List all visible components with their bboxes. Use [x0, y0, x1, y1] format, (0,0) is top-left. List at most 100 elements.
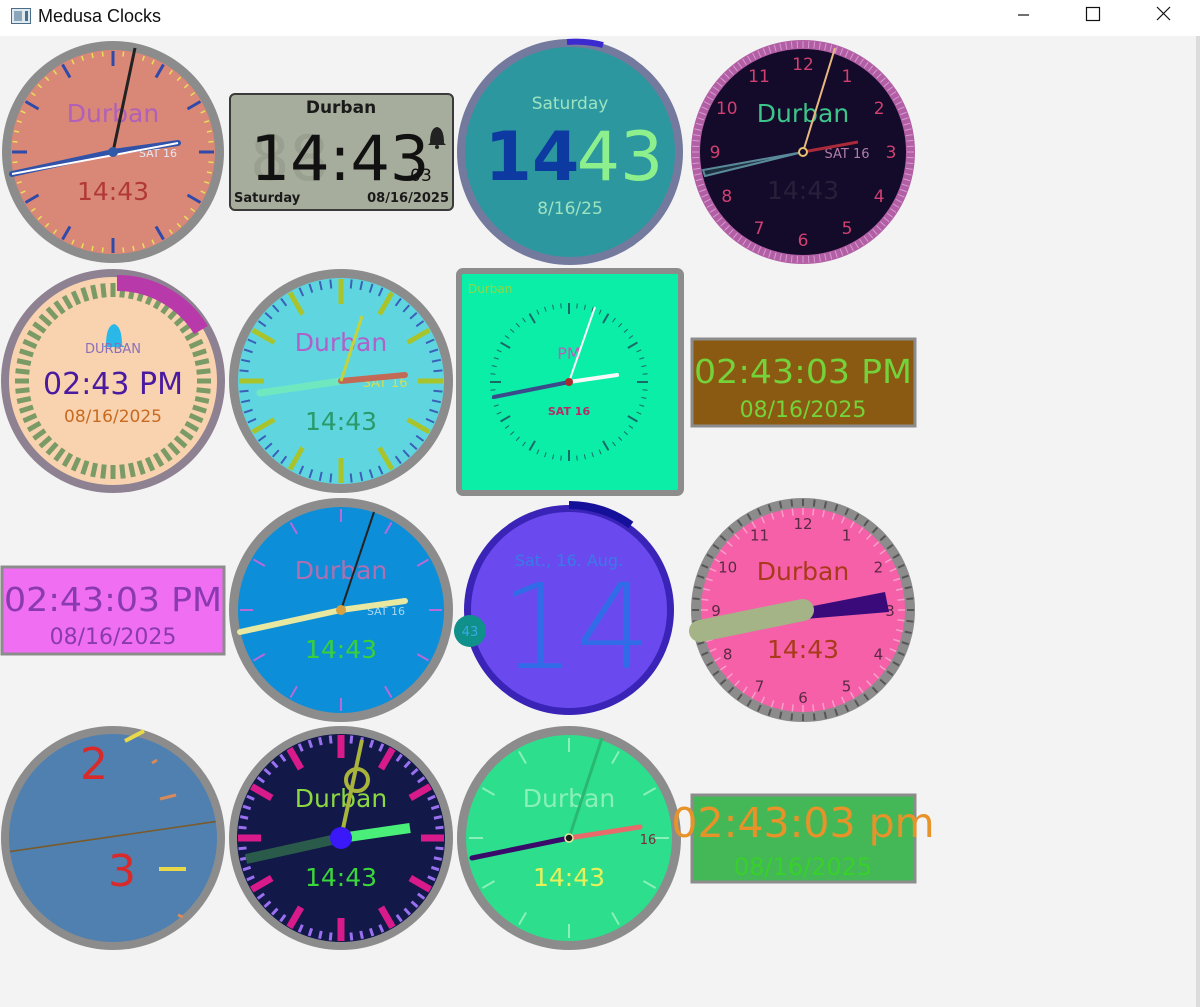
tick-mark [194, 396, 210, 404]
clock-16: 02:43:03 pm 08/16/2025 [671, 793, 935, 884]
dial-number: 7 [755, 677, 765, 695]
tick-mark [90, 462, 98, 478]
tick-mark [560, 303, 562, 309]
tick-mark [208, 140, 214, 143]
clock-9-time: 02:43:03 PM [4, 580, 222, 619]
tick-mark [823, 711, 828, 719]
tick-mark [812, 499, 816, 507]
clock-13: 2 3 [1, 726, 225, 950]
tick-mark [100, 283, 107, 298]
dial-number: 12 [793, 515, 812, 533]
clock-grid: Durban SAT 16 14:43 Durban 88 14:43 03 S… [0, 38, 935, 950]
tick-mark [12, 140, 18, 143]
clock-15-time: 14:43 [533, 863, 605, 892]
clock-12: 121234567891011 Durban 14:43 [689, 498, 915, 722]
clock-1-city: Durban [67, 99, 159, 128]
dial-number: 10 [718, 559, 737, 577]
tick-mark [318, 930, 323, 940]
tick-mark [132, 245, 135, 251]
clock-1: Durban SAT 16 14:43 [2, 41, 224, 263]
tick-mark [15, 368, 30, 375]
tick-mark [101, 247, 104, 253]
title-bar: Medusa Clocks [0, 0, 1200, 36]
clock-11: Sat., 16. Aug. 14 43 [454, 500, 674, 715]
tick-mark [318, 736, 323, 746]
tick-mark [904, 630, 912, 635]
tick-mark [122, 247, 125, 253]
tick-mark [897, 619, 905, 622]
tick-mark [433, 815, 443, 820]
clock-2-day: Saturday [234, 191, 301, 206]
dial-number: 4 [874, 646, 884, 664]
tick-mark [433, 389, 443, 393]
clock-8-time: 02:43:03 PM [694, 352, 912, 391]
clock-16-date: 08/16/2025 [734, 853, 872, 881]
tick-mark [694, 585, 702, 590]
tick-mark [897, 598, 905, 601]
dial-number: 6 [798, 231, 809, 251]
tick-mark [101, 51, 104, 57]
tick-mark [194, 358, 210, 366]
tick-mark [238, 825, 247, 830]
clock-3-minute: 43 [577, 118, 664, 197]
tick-mark [812, 713, 816, 721]
clock-2-date: 08/16/2025 [367, 191, 449, 206]
tick-mark [91, 245, 94, 251]
tick-mark [329, 473, 333, 483]
tick-mark [16, 358, 32, 366]
minimize-icon [1018, 14, 1029, 16]
tick-mark [119, 464, 126, 479]
tick-mark [642, 389, 648, 391]
tick-mark [790, 713, 794, 721]
clock-2-city: Durban [306, 98, 376, 118]
tick-mark [329, 279, 333, 289]
clock-3-day: Saturday [532, 94, 609, 114]
clock-7-date: SAT 16 [548, 405, 591, 418]
dial-number: 7 [754, 219, 765, 239]
clock-9-date: 08/16/2025 [50, 625, 177, 650]
window-edge [1196, 36, 1200, 1007]
clock-15-city: Durban [523, 784, 615, 813]
tick-mark [206, 171, 212, 174]
tick-mark [206, 130, 212, 133]
clock-8: 02:43:03 PM 08/16/2025 [690, 337, 917, 428]
clock-4-city: Durban [757, 99, 849, 128]
tick-mark [576, 303, 578, 309]
tick-mark [576, 455, 578, 461]
tick-mark [812, 704, 815, 712]
dial-number: 4 [874, 187, 885, 207]
clock-7-city: Durban [468, 282, 512, 296]
clock-6-city: Durban [295, 328, 387, 357]
tick-mark [692, 597, 700, 601]
maximize-button[interactable] [1058, 0, 1128, 32]
tick-mark [349, 279, 353, 289]
maximize-icon [1085, 6, 1101, 22]
minimize-button[interactable] [988, 0, 1058, 32]
clock-11-hour: 14 [501, 558, 651, 696]
tick-mark [349, 735, 354, 744]
tick-mark [349, 932, 354, 941]
tick-mark [359, 930, 364, 940]
tick-mark [16, 396, 32, 404]
clock-7: Durban PM SAT 16 [456, 268, 684, 496]
dial-number: 8 [723, 646, 733, 664]
tick-mark [90, 284, 98, 300]
tick-mark [14, 130, 20, 133]
dial-number: 8 [721, 187, 732, 207]
tick-mark [208, 161, 214, 164]
clock-2-time: 14:43 [251, 122, 430, 195]
tick-mark [239, 369, 249, 373]
clock-15-date: 16 [640, 833, 657, 848]
tick-mark [196, 387, 211, 394]
close-button[interactable] [1128, 0, 1198, 32]
clock-1-time: 14:43 [77, 177, 149, 206]
tick-mark [490, 373, 496, 375]
tick-mark [790, 499, 794, 507]
clock-4-time: 14:43 [767, 176, 839, 205]
tick-mark [701, 598, 709, 601]
tick-mark [823, 501, 828, 509]
dial-number: 1 [842, 67, 853, 87]
clock-5-date: 08/16/2025 [64, 407, 162, 427]
dial-number: 5 [842, 219, 853, 239]
app-icon [11, 8, 31, 24]
